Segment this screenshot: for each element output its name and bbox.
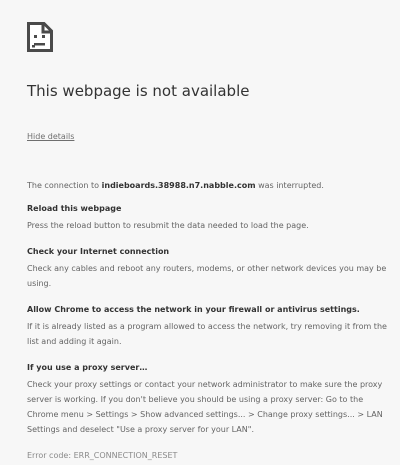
section-title: Reload this webpage xyxy=(27,204,122,213)
reload-section: Reload this webpage Press the reload but… xyxy=(27,201,387,233)
error-code: Error code: ERR_CONNECTION_RESET xyxy=(27,451,178,460)
sad-page-icon xyxy=(27,22,53,52)
section-body: Press the reload button to resubmit the … xyxy=(27,221,309,230)
section-title: Allow Chrome to access the network in yo… xyxy=(27,305,360,314)
proxy-section: If you use a proxy server… Check your pr… xyxy=(27,360,387,437)
firewall-section: Allow Chrome to access the network in yo… xyxy=(27,302,387,349)
connection-section: Check your Internet connection Check any… xyxy=(27,244,387,291)
hide-details-link[interactable]: Hide details xyxy=(27,132,74,141)
section-title: If you use a proxy server… xyxy=(27,363,148,372)
section-title: Check your Internet connection xyxy=(27,247,170,256)
error-details: The connection to indieboards.38988.n7.n… xyxy=(27,178,387,463)
connection-message: The connection to indieboards.38988.n7.n… xyxy=(27,181,324,190)
section-body: Check your proxy settings or contact you… xyxy=(27,380,383,434)
section-body: If it is already listed as a program all… xyxy=(27,322,387,346)
host-name: indieboards.38988.n7.nabble.com xyxy=(101,181,256,190)
section-body: Check any cables and reboot any routers,… xyxy=(27,264,387,288)
page-title: This webpage is not available xyxy=(27,82,250,100)
